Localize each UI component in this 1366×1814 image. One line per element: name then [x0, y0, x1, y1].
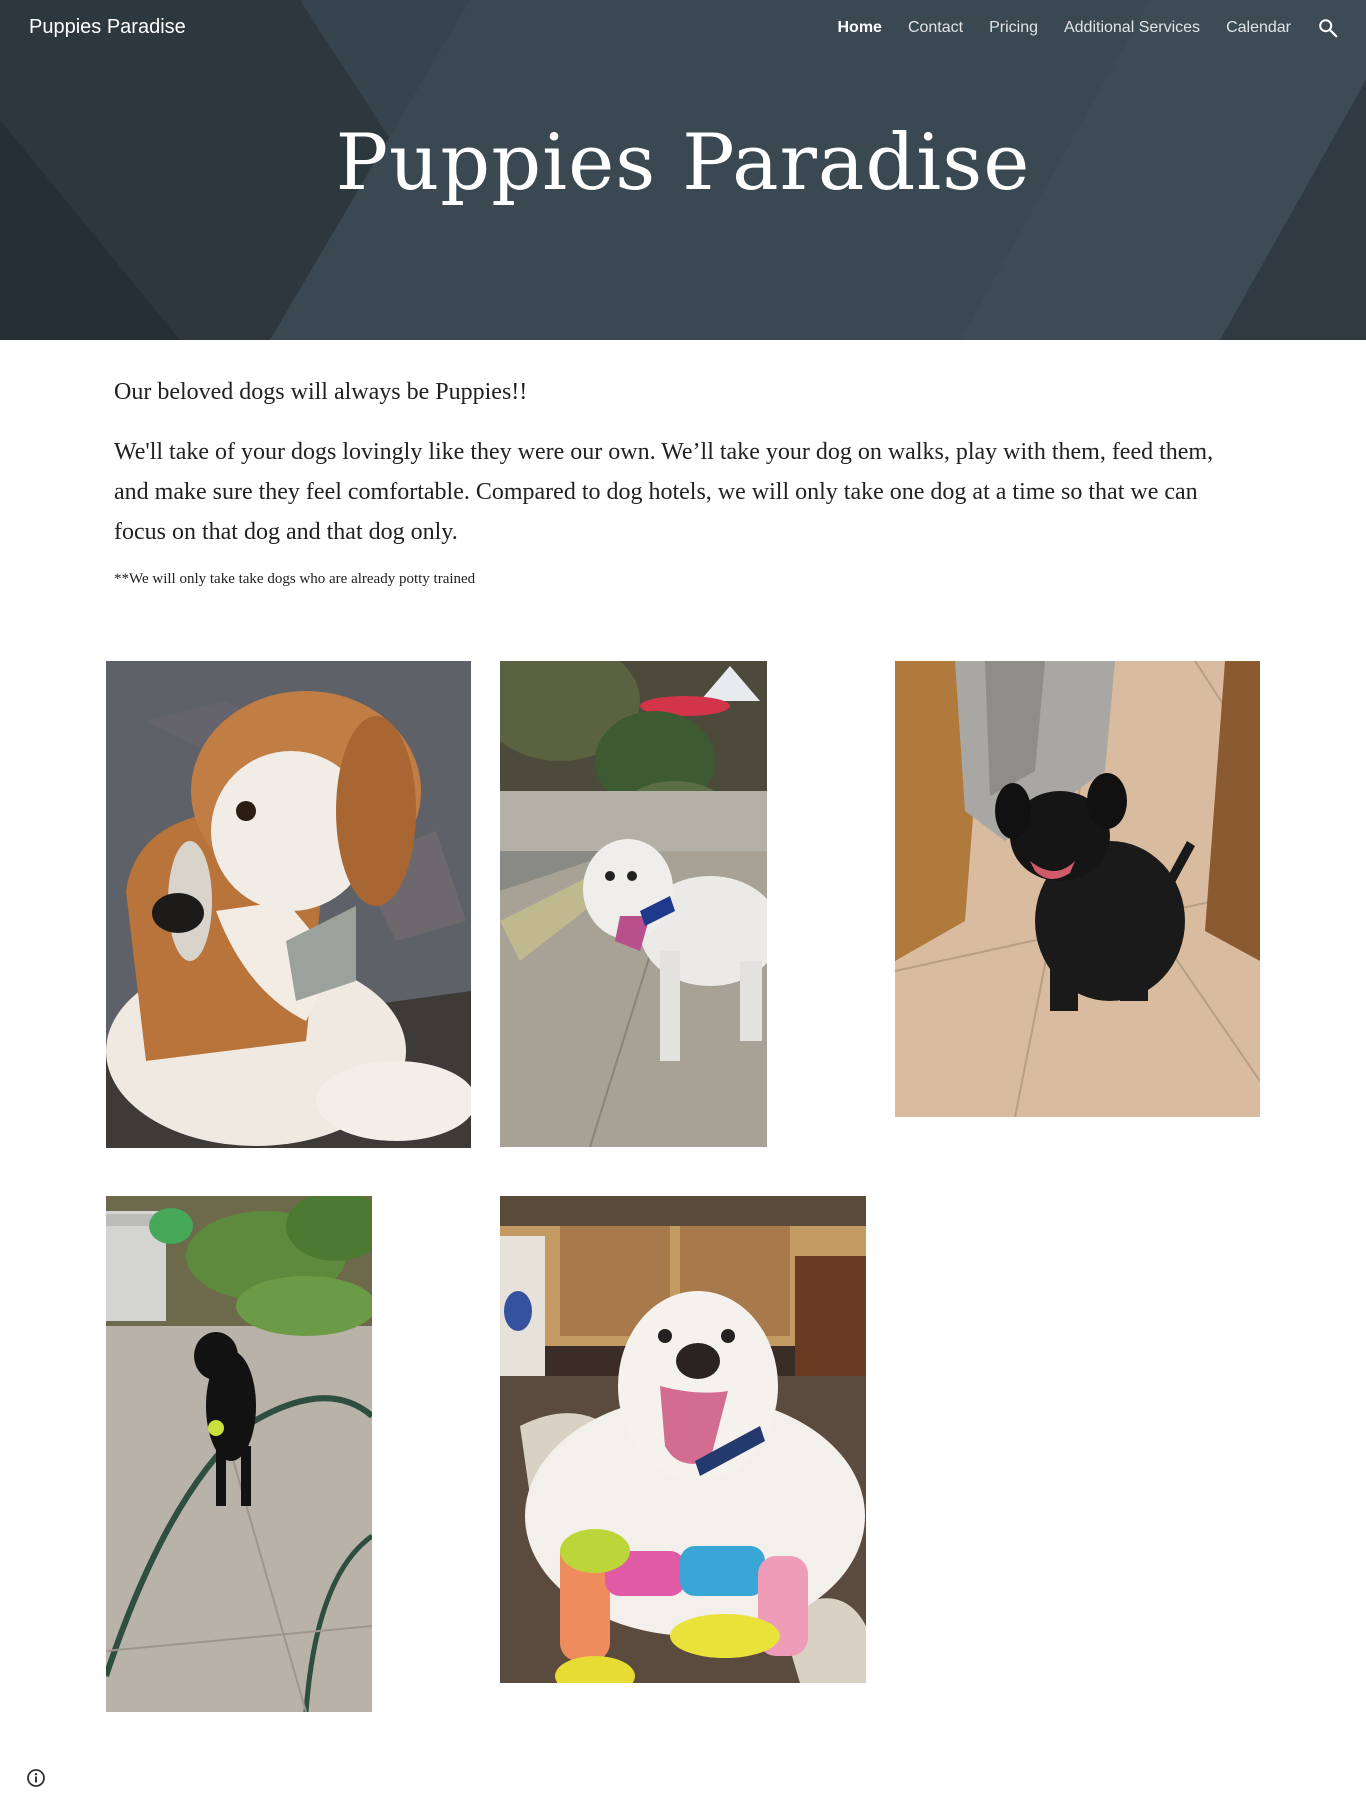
potty-trained-note: **We will only take take dogs who are al…	[114, 571, 476, 587]
photo-beagle[interactable]	[106, 661, 471, 1148]
nav-item-additional-services[interactable]: Additional Services	[1064, 16, 1200, 40]
site-name-link[interactable]: Puppies Paradise	[29, 16, 186, 39]
photo-black-labrador[interactable]	[895, 661, 1260, 1117]
main-nav: Home Contact Pricing Additional Services…	[811, 16, 1339, 40]
top-navigation-bar: Puppies Paradise Home Contact Pricing Ad…	[0, 0, 1366, 58]
photo-white-doodle-with-toy[interactable]	[500, 1196, 866, 1683]
site-header: Puppies Paradise Home Contact Pricing Ad…	[0, 0, 1366, 340]
intro-lead-text: Our beloved dogs will always be Puppies!…	[114, 379, 528, 405]
photo-black-dog-with-ball[interactable]	[106, 1196, 372, 1712]
nav-item-pricing[interactable]: Pricing	[989, 16, 1038, 40]
nav-item-contact[interactable]: Contact	[908, 16, 963, 40]
page-title: Puppies Paradise	[335, 118, 1031, 208]
intro-body-text: We'll take of your dogs lovingly like th…	[114, 439, 1214, 545]
nav-item-calendar[interactable]: Calendar	[1226, 16, 1291, 40]
nav-item-home[interactable]: Home	[837, 16, 881, 40]
search-icon[interactable]	[1317, 17, 1339, 39]
info-icon[interactable]	[26, 1768, 46, 1788]
intro-section: Our beloved dogs will always be Puppies!…	[114, 372, 1254, 592]
photo-white-poodle[interactable]	[500, 661, 767, 1147]
